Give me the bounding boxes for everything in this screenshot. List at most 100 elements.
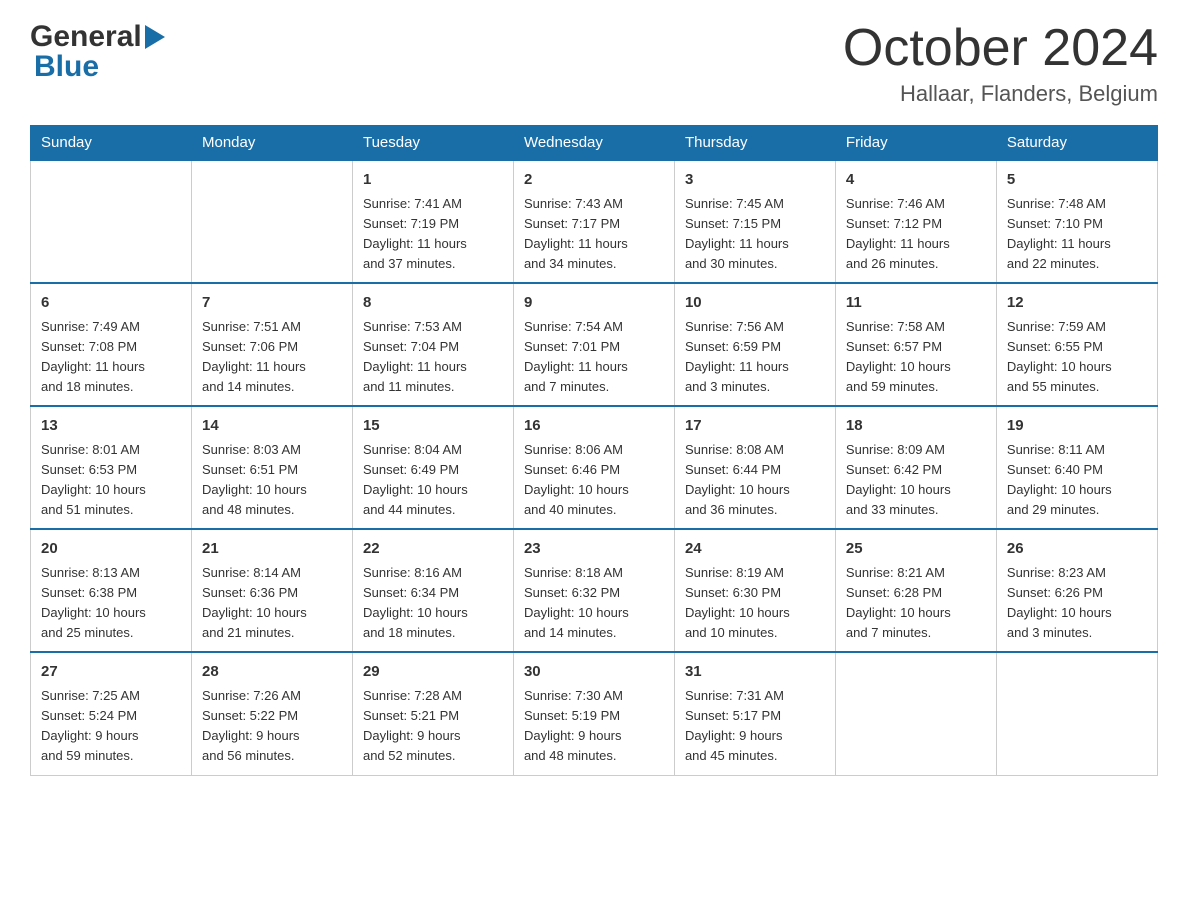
day-number: 5: [1007, 169, 1147, 192]
location-subtitle: Hallaar, Flanders, Belgium: [843, 81, 1158, 107]
calendar-cell: [31, 160, 192, 283]
calendar-cell: 15Sunrise: 8:04 AMSunset: 6:49 PMDayligh…: [352, 406, 513, 529]
day-info: Sunrise: 8:03 AMSunset: 6:51 PMDaylight:…: [202, 440, 342, 521]
calendar-day-header: Monday: [191, 126, 352, 161]
day-info: Sunrise: 8:16 AMSunset: 6:34 PMDaylight:…: [363, 563, 503, 644]
day-number: 11: [846, 292, 986, 315]
calendar-cell: 8Sunrise: 7:53 AMSunset: 7:04 PMDaylight…: [352, 283, 513, 406]
day-info: Sunrise: 8:04 AMSunset: 6:49 PMDaylight:…: [363, 440, 503, 521]
calendar-cell: 18Sunrise: 8:09 AMSunset: 6:42 PMDayligh…: [835, 406, 996, 529]
day-number: 8: [363, 292, 503, 315]
day-number: 20: [41, 538, 181, 561]
logo: General Blue: [30, 20, 167, 84]
day-number: 23: [524, 538, 664, 561]
calendar-cell: 14Sunrise: 8:03 AMSunset: 6:51 PMDayligh…: [191, 406, 352, 529]
calendar-day-header: Friday: [835, 126, 996, 161]
day-number: 2: [524, 169, 664, 192]
day-info: Sunrise: 8:08 AMSunset: 6:44 PMDaylight:…: [685, 440, 825, 521]
day-info: Sunrise: 7:58 AMSunset: 6:57 PMDaylight:…: [846, 317, 986, 398]
calendar-cell: [996, 652, 1157, 775]
week-row: 6Sunrise: 7:49 AMSunset: 7:08 PMDaylight…: [31, 283, 1158, 406]
calendar-cell: 6Sunrise: 7:49 AMSunset: 7:08 PMDaylight…: [31, 283, 192, 406]
day-number: 25: [846, 538, 986, 561]
calendar-cell: 2Sunrise: 7:43 AMSunset: 7:17 PMDaylight…: [513, 160, 674, 283]
logo-general-text: General: [30, 20, 142, 54]
day-info: Sunrise: 7:59 AMSunset: 6:55 PMDaylight:…: [1007, 317, 1147, 398]
day-info: Sunrise: 8:09 AMSunset: 6:42 PMDaylight:…: [846, 440, 986, 521]
day-number: 4: [846, 169, 986, 192]
logo-flag-icon: [145, 25, 167, 49]
day-info: Sunrise: 7:45 AMSunset: 7:15 PMDaylight:…: [685, 194, 825, 275]
day-info: Sunrise: 8:01 AMSunset: 6:53 PMDaylight:…: [41, 440, 181, 521]
calendar-day-header: Saturday: [996, 126, 1157, 161]
day-number: 24: [685, 538, 825, 561]
calendar-cell: 22Sunrise: 8:16 AMSunset: 6:34 PMDayligh…: [352, 529, 513, 652]
day-number: 9: [524, 292, 664, 315]
day-info: Sunrise: 8:21 AMSunset: 6:28 PMDaylight:…: [846, 563, 986, 644]
day-number: 6: [41, 292, 181, 315]
day-number: 10: [685, 292, 825, 315]
calendar-cell: 20Sunrise: 8:13 AMSunset: 6:38 PMDayligh…: [31, 529, 192, 652]
day-info: Sunrise: 7:54 AMSunset: 7:01 PMDaylight:…: [524, 317, 664, 398]
week-row: 20Sunrise: 8:13 AMSunset: 6:38 PMDayligh…: [31, 529, 1158, 652]
day-number: 12: [1007, 292, 1147, 315]
day-number: 15: [363, 415, 503, 438]
day-info: Sunrise: 8:19 AMSunset: 6:30 PMDaylight:…: [685, 563, 825, 644]
calendar-cell: [191, 160, 352, 283]
day-number: 18: [846, 415, 986, 438]
calendar-cell: 5Sunrise: 7:48 AMSunset: 7:10 PMDaylight…: [996, 160, 1157, 283]
calendar-cell: 13Sunrise: 8:01 AMSunset: 6:53 PMDayligh…: [31, 406, 192, 529]
day-number: 22: [363, 538, 503, 561]
day-info: Sunrise: 7:51 AMSunset: 7:06 PMDaylight:…: [202, 317, 342, 398]
day-info: Sunrise: 7:26 AMSunset: 5:22 PMDaylight:…: [202, 686, 342, 767]
day-info: Sunrise: 8:18 AMSunset: 6:32 PMDaylight:…: [524, 563, 664, 644]
calendar-cell: 25Sunrise: 8:21 AMSunset: 6:28 PMDayligh…: [835, 529, 996, 652]
calendar-cell: 17Sunrise: 8:08 AMSunset: 6:44 PMDayligh…: [674, 406, 835, 529]
day-number: 27: [41, 661, 181, 684]
day-info: Sunrise: 7:31 AMSunset: 5:17 PMDaylight:…: [685, 686, 825, 767]
week-row: 1Sunrise: 7:41 AMSunset: 7:19 PMDaylight…: [31, 160, 1158, 283]
day-number: 21: [202, 538, 342, 561]
day-info: Sunrise: 7:46 AMSunset: 7:12 PMDaylight:…: [846, 194, 986, 275]
day-info: Sunrise: 8:06 AMSunset: 6:46 PMDaylight:…: [524, 440, 664, 521]
day-info: Sunrise: 7:49 AMSunset: 7:08 PMDaylight:…: [41, 317, 181, 398]
day-info: Sunrise: 7:56 AMSunset: 6:59 PMDaylight:…: [685, 317, 825, 398]
calendar-cell: [835, 652, 996, 775]
day-info: Sunrise: 8:14 AMSunset: 6:36 PMDaylight:…: [202, 563, 342, 644]
calendar-cell: 4Sunrise: 7:46 AMSunset: 7:12 PMDaylight…: [835, 160, 996, 283]
month-year-title: October 2024: [843, 20, 1158, 77]
calendar-cell: 12Sunrise: 7:59 AMSunset: 6:55 PMDayligh…: [996, 283, 1157, 406]
calendar-cell: 26Sunrise: 8:23 AMSunset: 6:26 PMDayligh…: [996, 529, 1157, 652]
day-info: Sunrise: 7:53 AMSunset: 7:04 PMDaylight:…: [363, 317, 503, 398]
day-number: 14: [202, 415, 342, 438]
calendar-cell: 27Sunrise: 7:25 AMSunset: 5:24 PMDayligh…: [31, 652, 192, 775]
calendar-header-row: SundayMondayTuesdayWednesdayThursdayFrid…: [31, 126, 1158, 161]
day-number: 3: [685, 169, 825, 192]
calendar-day-header: Sunday: [31, 126, 192, 161]
calendar-cell: 10Sunrise: 7:56 AMSunset: 6:59 PMDayligh…: [674, 283, 835, 406]
week-row: 13Sunrise: 8:01 AMSunset: 6:53 PMDayligh…: [31, 406, 1158, 529]
calendar-cell: 19Sunrise: 8:11 AMSunset: 6:40 PMDayligh…: [996, 406, 1157, 529]
calendar-day-header: Tuesday: [352, 126, 513, 161]
day-info: Sunrise: 8:13 AMSunset: 6:38 PMDaylight:…: [41, 563, 181, 644]
day-info: Sunrise: 7:41 AMSunset: 7:19 PMDaylight:…: [363, 194, 503, 275]
calendar-cell: 28Sunrise: 7:26 AMSunset: 5:22 PMDayligh…: [191, 652, 352, 775]
calendar-cell: 3Sunrise: 7:45 AMSunset: 7:15 PMDaylight…: [674, 160, 835, 283]
calendar-cell: 16Sunrise: 8:06 AMSunset: 6:46 PMDayligh…: [513, 406, 674, 529]
day-info: Sunrise: 7:28 AMSunset: 5:21 PMDaylight:…: [363, 686, 503, 767]
day-info: Sunrise: 7:30 AMSunset: 5:19 PMDaylight:…: [524, 686, 664, 767]
day-number: 7: [202, 292, 342, 315]
day-number: 19: [1007, 415, 1147, 438]
calendar-cell: 24Sunrise: 8:19 AMSunset: 6:30 PMDayligh…: [674, 529, 835, 652]
day-number: 30: [524, 661, 664, 684]
day-number: 13: [41, 415, 181, 438]
calendar-cell: 31Sunrise: 7:31 AMSunset: 5:17 PMDayligh…: [674, 652, 835, 775]
header-title-area: October 2024 Hallaar, Flanders, Belgium: [843, 20, 1158, 107]
calendar-cell: 29Sunrise: 7:28 AMSunset: 5:21 PMDayligh…: [352, 652, 513, 775]
day-info: Sunrise: 8:23 AMSunset: 6:26 PMDaylight:…: [1007, 563, 1147, 644]
day-number: 29: [363, 661, 503, 684]
day-info: Sunrise: 7:43 AMSunset: 7:17 PMDaylight:…: [524, 194, 664, 275]
calendar-table: SundayMondayTuesdayWednesdayThursdayFrid…: [30, 125, 1158, 775]
week-row: 27Sunrise: 7:25 AMSunset: 5:24 PMDayligh…: [31, 652, 1158, 775]
day-number: 31: [685, 661, 825, 684]
